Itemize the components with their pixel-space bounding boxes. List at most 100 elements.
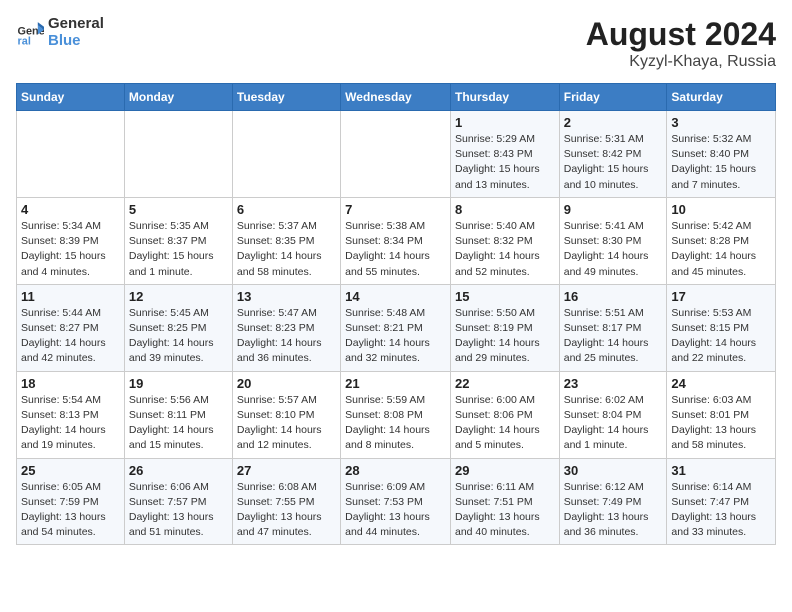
logo-line2: Blue — [48, 33, 104, 50]
day-detail: Sunrise: 6:05 AM Sunset: 7:59 PM Dayligh… — [21, 480, 120, 541]
day-detail: Sunrise: 6:06 AM Sunset: 7:57 PM Dayligh… — [129, 480, 228, 541]
logo: Gene ral General Blue — [16, 16, 104, 49]
day-detail: Sunrise: 5:41 AM Sunset: 8:30 PM Dayligh… — [564, 219, 663, 280]
day-detail: Sunrise: 6:12 AM Sunset: 7:49 PM Dayligh… — [564, 480, 663, 541]
day-detail: Sunrise: 5:37 AM Sunset: 8:35 PM Dayligh… — [237, 219, 336, 280]
day-cell: 29Sunrise: 6:11 AM Sunset: 7:51 PM Dayli… — [450, 458, 559, 545]
day-detail: Sunrise: 5:31 AM Sunset: 8:42 PM Dayligh… — [564, 132, 663, 193]
day-cell: 22Sunrise: 6:00 AM Sunset: 8:06 PM Dayli… — [450, 371, 559, 458]
day-detail: Sunrise: 5:38 AM Sunset: 8:34 PM Dayligh… — [345, 219, 446, 280]
day-detail: Sunrise: 5:57 AM Sunset: 8:10 PM Dayligh… — [237, 393, 336, 454]
day-cell — [17, 111, 125, 198]
day-detail: Sunrise: 6:09 AM Sunset: 7:53 PM Dayligh… — [345, 480, 446, 541]
day-cell: 12 Sunrise: 5:45 AM Sunset: 8:25 PM Dayli… — [124, 284, 232, 371]
day-header-thursday: Thursday — [450, 84, 559, 111]
week-row-3: 11 Sunrise: 5:44 AM Sunset: 8:27 PM Dayli… — [17, 284, 776, 371]
day-cell — [124, 111, 232, 198]
day-header-sunday: Sunday — [17, 84, 125, 111]
day-detail: Sunrise: 5:56 AM Sunset: 8:11 PM Dayligh… — [129, 393, 228, 454]
day-number: 13 — [237, 289, 336, 304]
day-header-wednesday: Wednesday — [341, 84, 451, 111]
day-cell: 23Sunrise: 6:02 AM Sunset: 8:04 PM Dayli… — [559, 371, 667, 458]
day-detail: Sunrise: 5:35 AM Sunset: 8:37 PM Dayligh… — [129, 219, 228, 280]
day-detail: Sunrise: 6:11 AM Sunset: 7:51 PM Dayligh… — [455, 480, 555, 541]
day-cell: 1 Sunrise: 5:29 AM Sunset: 8:43 PM Daylig… — [450, 111, 559, 198]
day-number: 26 — [129, 463, 228, 478]
day-number: 12 — [129, 289, 228, 304]
day-cell: 11 Sunrise: 5:44 AM Sunset: 8:27 PM Dayli… — [17, 284, 125, 371]
day-number: 25 — [21, 463, 120, 478]
day-header-tuesday: Tuesday — [232, 84, 340, 111]
day-header-monday: Monday — [124, 84, 232, 111]
logo-line1: General — [48, 16, 104, 33]
day-detail: Sunrise: 5:42 AM Sunset: 8:28 PM Dayligh… — [671, 219, 771, 280]
day-number: 15 — [455, 289, 555, 304]
day-number: 30 — [564, 463, 663, 478]
day-detail: Sunrise: 5:34 AM Sunset: 8:39 PM Dayligh… — [21, 219, 120, 280]
day-number: 5 — [129, 202, 228, 217]
title-block: August 2024 Kyzyl-Khaya, Russia — [586, 16, 776, 71]
day-detail: Sunrise: 5:45 AM Sunset: 8:25 PM Dayligh… — [129, 306, 228, 367]
day-number: 2 — [564, 115, 663, 130]
week-row-1: 1 Sunrise: 5:29 AM Sunset: 8:43 PM Daylig… — [17, 111, 776, 198]
day-cell: 31Sunrise: 6:14 AM Sunset: 7:47 PM Dayli… — [667, 458, 776, 545]
day-number: 1 — [455, 115, 555, 130]
day-cell: 24Sunrise: 6:03 AM Sunset: 8:01 PM Dayli… — [667, 371, 776, 458]
day-cell: 7 Sunrise: 5:38 AM Sunset: 8:34 PM Daylig… — [341, 197, 451, 284]
day-number: 3 — [671, 115, 771, 130]
day-detail: Sunrise: 5:32 AM Sunset: 8:40 PM Dayligh… — [671, 132, 771, 193]
day-cell: 14 Sunrise: 5:48 AM Sunset: 8:21 PM Dayli… — [341, 284, 451, 371]
day-number: 18 — [21, 376, 120, 391]
day-cell: 17 Sunrise: 5:53 AM Sunset: 8:15 PM Dayli… — [667, 284, 776, 371]
calendar-table: SundayMondayTuesdayWednesdayThursdayFrid… — [16, 83, 776, 545]
day-cell: 30 Sunrise: 6:12 AM Sunset: 7:49 PM Dayli… — [559, 458, 667, 545]
day-cell — [341, 111, 451, 198]
day-detail: Sunrise: 5:48 AM Sunset: 8:21 PM Dayligh… — [345, 306, 446, 367]
header-row: SundayMondayTuesdayWednesdayThursdayFrid… — [17, 84, 776, 111]
day-number: 11 — [21, 289, 120, 304]
day-number: 24 — [671, 376, 771, 391]
main-title: August 2024 — [586, 16, 776, 53]
week-row-4: 18 Sunrise: 5:54 AM Sunset: 8:13 PM Dayli… — [17, 371, 776, 458]
day-cell — [232, 111, 340, 198]
svg-text:ral: ral — [18, 35, 31, 46]
day-detail: Sunrise: 5:50 AM Sunset: 8:19 PM Dayligh… — [455, 306, 555, 367]
day-cell: 8 Sunrise: 5:40 AM Sunset: 8:32 PM Daylig… — [450, 197, 559, 284]
day-detail: Sunrise: 5:51 AM Sunset: 8:17 PM Dayligh… — [564, 306, 663, 367]
day-cell: 4 Sunrise: 5:34 AM Sunset: 8:39 PM Daylig… — [17, 197, 125, 284]
day-detail: Sunrise: 5:54 AM Sunset: 8:13 PM Dayligh… — [21, 393, 120, 454]
day-number: 21 — [345, 376, 446, 391]
week-row-2: 4 Sunrise: 5:34 AM Sunset: 8:39 PM Daylig… — [17, 197, 776, 284]
day-number: 31 — [671, 463, 771, 478]
day-detail: Sunrise: 6:08 AM Sunset: 7:55 PM Dayligh… — [237, 480, 336, 541]
logo-icon: Gene ral — [16, 19, 44, 47]
day-number: 20 — [237, 376, 336, 391]
day-cell: 18 Sunrise: 5:54 AM Sunset: 8:13 PM Dayli… — [17, 371, 125, 458]
day-cell: 10Sunrise: 5:42 AM Sunset: 8:28 PM Dayli… — [667, 197, 776, 284]
day-cell: 20 Sunrise: 5:57 AM Sunset: 8:10 PM Dayli… — [232, 371, 340, 458]
day-detail: Sunrise: 5:29 AM Sunset: 8:43 PM Dayligh… — [455, 132, 555, 193]
day-cell: 5 Sunrise: 5:35 AM Sunset: 8:37 PM Daylig… — [124, 197, 232, 284]
day-number: 23 — [564, 376, 663, 391]
day-number: 17 — [671, 289, 771, 304]
week-row-5: 25 Sunrise: 6:05 AM Sunset: 7:59 PM Dayli… — [17, 458, 776, 545]
day-cell: 27Sunrise: 6:08 AM Sunset: 7:55 PM Dayli… — [232, 458, 340, 545]
day-header-friday: Friday — [559, 84, 667, 111]
day-number: 7 — [345, 202, 446, 217]
day-detail: Sunrise: 5:40 AM Sunset: 8:32 PM Dayligh… — [455, 219, 555, 280]
day-detail: Sunrise: 5:59 AM Sunset: 8:08 PM Dayligh… — [345, 393, 446, 454]
day-cell: 16Sunrise: 5:51 AM Sunset: 8:17 PM Dayli… — [559, 284, 667, 371]
page-header: Gene ral General Blue August 2024 Kyzyl-… — [16, 16, 776, 71]
day-cell: 9 Sunrise: 5:41 AM Sunset: 8:30 PM Daylig… — [559, 197, 667, 284]
day-number: 28 — [345, 463, 446, 478]
day-cell: 21 Sunrise: 5:59 AM Sunset: 8:08 PM Dayli… — [341, 371, 451, 458]
day-number: 19 — [129, 376, 228, 391]
day-number: 4 — [21, 202, 120, 217]
subtitle: Kyzyl-Khaya, Russia — [586, 53, 776, 71]
day-detail: Sunrise: 5:44 AM Sunset: 8:27 PM Dayligh… — [21, 306, 120, 367]
day-number: 9 — [564, 202, 663, 217]
day-number: 8 — [455, 202, 555, 217]
day-cell: 25 Sunrise: 6:05 AM Sunset: 7:59 PM Dayli… — [17, 458, 125, 545]
day-number: 14 — [345, 289, 446, 304]
day-detail: Sunrise: 5:53 AM Sunset: 8:15 PM Dayligh… — [671, 306, 771, 367]
